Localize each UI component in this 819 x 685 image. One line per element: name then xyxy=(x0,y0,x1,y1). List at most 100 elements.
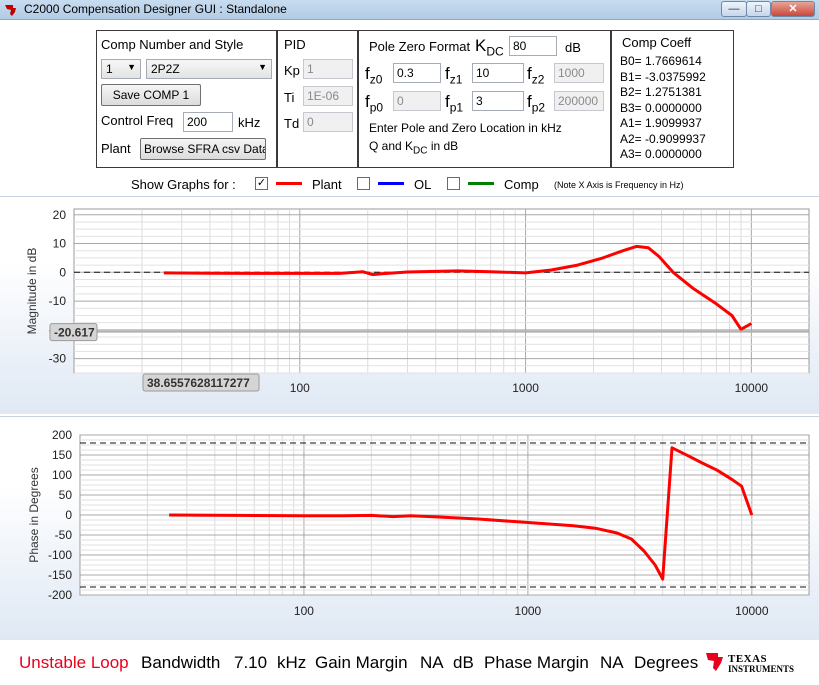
phase-chart[interactable]: 200 150 100 50 0 -50 -100 -150 -200 100 1000 10000 P… xyxy=(0,417,819,641)
brand-line-2: INSTRUMENTS xyxy=(728,664,795,674)
phase-panel: 200 150 100 50 0 -50 -100 -150 -200 100 1000 10000 P… xyxy=(0,416,819,640)
gain-margin-value: NA xyxy=(420,653,444,672)
x-axis-note: (Note X Axis is Frequency in Hz) xyxy=(554,180,684,190)
pole-zero-note-1: Enter Pole and Zero Location in kHz xyxy=(369,121,562,135)
magnitude-panel: 20100-10-20-30100100010000Magnitude in d… xyxy=(0,196,819,414)
kp-input[interactable]: 1 xyxy=(303,59,353,79)
bandwidth-value: 7.10 xyxy=(234,653,268,672)
y-axis-label: Magnitude in dB xyxy=(25,248,39,335)
fz1-label: fz1 xyxy=(445,64,463,87)
coeff-list: B0= 1.7669614 B1= -3.0375992 B2= 1.27513… xyxy=(620,54,706,163)
td-label: Td xyxy=(284,116,300,131)
y-tick-label: 10 xyxy=(53,237,67,251)
ti-state-logo-icon xyxy=(706,653,723,671)
x-tick-label: 1000 xyxy=(512,381,539,395)
pole-zero-group: Pole Zero Format KDC 80 dB fz0 0.3 fz1 1… xyxy=(358,30,611,168)
y-tick-label: 0 xyxy=(59,265,66,279)
coeff-line: A1= 1.9099937 xyxy=(620,116,702,130)
gain-margin-label: Gain Margin xyxy=(315,653,408,672)
control-freq-input[interactable]: 200 xyxy=(183,112,233,132)
x-tick-label: 100 xyxy=(294,604,314,618)
chevron-down-icon: ▼ xyxy=(258,62,267,72)
y-tick-label: -30 xyxy=(49,352,67,366)
comp-group-title: Comp Number and Style xyxy=(101,37,244,52)
pid-group: PID Kp 1 Ti 1E-06 Td 0 xyxy=(277,30,358,168)
fp0-input[interactable]: 0 xyxy=(393,91,441,111)
coeff-line: B3= 0.0000000 xyxy=(620,100,702,115)
fp2-label: fp2 xyxy=(527,92,546,115)
window-title: C2000 Compensation Designer GUI : Standa… xyxy=(24,2,287,16)
plant-legend-label: Plant xyxy=(312,177,342,192)
comp-style-value: 2P2Z xyxy=(151,62,180,76)
plant-checkbox[interactable]: ✓ xyxy=(255,177,268,190)
y-tick-label: -200 xyxy=(48,588,72,602)
x-tick-label: 10000 xyxy=(735,381,769,395)
phase-margin-value: NA xyxy=(600,653,624,672)
y-tick-label: -100 xyxy=(48,548,72,562)
plant-label: Plant xyxy=(101,141,131,156)
bandwidth-label: Bandwidth xyxy=(141,653,221,672)
y-tick-label: -150 xyxy=(48,568,72,582)
fz0-label: fz0 xyxy=(365,64,383,87)
kdc-unit: dB xyxy=(565,40,581,55)
ti-label: Ti xyxy=(284,90,295,105)
ol-legend-line xyxy=(378,182,404,185)
y-axis-label: Phase in Degrees xyxy=(27,467,41,562)
fz1-input[interactable]: 10 xyxy=(472,63,524,83)
coeff-line: B0= 1.7669614 xyxy=(620,54,702,68)
x-tick-label: 1000 xyxy=(515,604,542,618)
title-bar[interactable]: C2000 Compensation Designer GUI : Standa… xyxy=(0,0,819,20)
fp2-input[interactable]: 200000 xyxy=(554,91,604,111)
chevron-down-icon: ▼ xyxy=(127,62,136,72)
comp-group: Comp Number and Style 1 ▼ 2P2Z ▼ Save CO… xyxy=(96,30,277,168)
comp-number-select[interactable]: 1 ▼ xyxy=(101,59,141,79)
comp-number-value: 1 xyxy=(106,62,113,76)
x-tick-label: 10000 xyxy=(735,604,769,618)
y-tick-label: 200 xyxy=(52,428,72,442)
cursor-x-readout: 38.6557628117277 xyxy=(147,376,250,390)
fp0-label: fp0 xyxy=(365,92,384,115)
fz0-input[interactable]: 0.3 xyxy=(393,63,441,83)
kdc-input[interactable]: 80 xyxy=(509,36,557,56)
plant-legend-line xyxy=(276,182,302,185)
y-tick-label: 100 xyxy=(52,468,72,482)
show-graphs-label: Show Graphs for : xyxy=(131,177,236,192)
comp-legend-line xyxy=(468,182,494,185)
coeff-line: B1= -3.0375992 xyxy=(620,69,706,84)
td-input[interactable]: 0 xyxy=(303,112,353,132)
control-freq-unit: kHz xyxy=(238,115,261,130)
ti-input[interactable]: 1E-06 xyxy=(303,86,353,106)
comp-legend-label: Comp xyxy=(504,177,539,192)
close-button[interactable]: ✕ xyxy=(771,1,815,17)
loop-state-text: Unstable Loop xyxy=(19,653,129,672)
coeff-line: A2= -0.9099937 xyxy=(620,131,706,146)
minimize-button[interactable]: — xyxy=(721,1,747,17)
coeff-line: B2= 1.2751381 xyxy=(620,85,702,99)
cursor-y-readout: -20.617 xyxy=(54,326,95,340)
save-comp-button[interactable]: Save COMP 1 xyxy=(101,84,201,106)
phase-margin-label: Phase Margin xyxy=(484,653,589,672)
y-tick-label: -10 xyxy=(49,294,67,308)
comp-coeff-group: Comp Coeff B0= 1.7669614 B1= -3.0375992 … xyxy=(611,30,734,168)
maximize-button[interactable]: □ xyxy=(746,1,771,17)
comp-checkbox[interactable] xyxy=(447,177,460,190)
fp1-label: fp1 xyxy=(445,92,464,115)
fp1-input[interactable]: 3 xyxy=(472,91,524,111)
texas-instruments-logo-icon xyxy=(5,5,16,16)
ol-checkbox[interactable] xyxy=(357,177,370,190)
control-freq-label: Control Freq xyxy=(101,113,174,128)
y-tick-label: 20 xyxy=(53,208,67,222)
texas-instruments-logo: TEXAS INSTRUMENTS xyxy=(704,650,814,678)
y-tick-label: 50 xyxy=(59,488,73,502)
coeff-line: A3= 0.0000000 xyxy=(620,147,702,161)
browse-sfra-button[interactable]: Browse SFRA csv Data xyxy=(140,138,266,160)
x-tick-label: 100 xyxy=(290,381,310,395)
ol-legend-label: OL xyxy=(414,177,432,192)
fz2-input[interactable]: 1000 xyxy=(554,63,604,83)
magnitude-chart[interactable]: 20100-10-20-30100100010000Magnitude in d… xyxy=(0,197,819,415)
comp-coeff-title: Comp Coeff xyxy=(622,35,692,50)
pid-group-title: PID xyxy=(284,37,306,52)
comp-style-select[interactable]: 2P2Z ▼ xyxy=(146,59,272,79)
pole-zero-note-2: Q and KDC in dB xyxy=(369,139,459,157)
y-tick-label: -50 xyxy=(55,528,73,542)
